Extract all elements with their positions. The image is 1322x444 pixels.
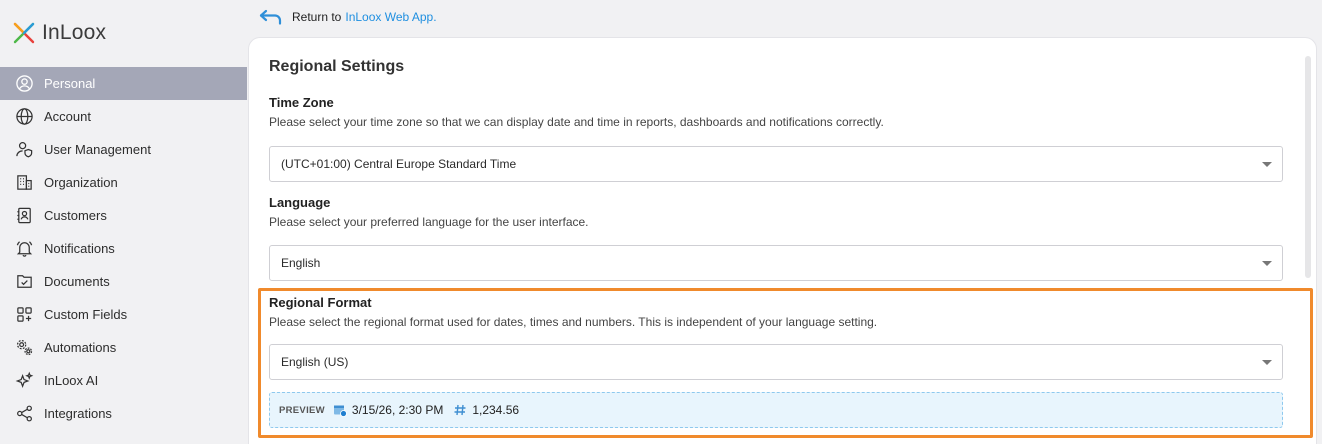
gears-icon <box>14 338 34 358</box>
contact-card-icon <box>14 206 34 226</box>
sidebar-item-label: Custom Fields <box>44 307 128 322</box>
sidebar-item-customers[interactable]: Customers <box>0 199 247 232</box>
sidebar-item-automations[interactable]: Automations <box>0 331 247 364</box>
sidebar: InLoox Personal Account User Management … <box>0 0 247 444</box>
return-prefix: Return to <box>292 10 342 24</box>
return-web-app-link[interactable]: InLoox Web App. <box>345 10 436 24</box>
language-section: Language Please select your preferred la… <box>269 195 1283 281</box>
sidebar-item-label: Organization <box>44 175 118 190</box>
scrollbar[interactable] <box>1305 56 1311 278</box>
document-check-icon <box>14 272 34 292</box>
logo-text: InLoox <box>42 21 107 44</box>
chevron-down-icon <box>1262 261 1272 266</box>
sidebar-item-label: Automations <box>44 340 117 355</box>
sidebar-item-custom-fields[interactable]: Custom Fields <box>0 298 247 331</box>
chevron-down-icon <box>1262 162 1272 167</box>
time-zone-section: Time Zone Please select your time zone s… <box>269 95 1283 182</box>
sidebar-item-label: Documents <box>44 274 110 289</box>
sidebar-item-label: Integrations <box>44 406 112 421</box>
share-nodes-icon <box>14 404 34 424</box>
time-zone-value: (UTC+01:00) Central Europe Standard Time <box>281 157 517 171</box>
sidebar-item-user-management[interactable]: User Management <box>0 133 247 166</box>
sidebar-item-label: User Management <box>44 142 151 157</box>
bell-icon <box>14 239 34 259</box>
sidebar-nav: Personal Account User Management Organiz… <box>0 67 247 430</box>
language-select[interactable]: English <box>269 245 1283 281</box>
sidebar-item-inloox-ai[interactable]: InLoox AI <box>0 364 247 397</box>
grid-plus-icon <box>14 305 34 325</box>
language-title: Language <box>269 195 331 210</box>
language-description: Please select your preferred language fo… <box>269 215 589 229</box>
sidebar-item-organization[interactable]: Organization <box>0 166 247 199</box>
sidebar-item-notifications[interactable]: Notifications <box>0 232 247 265</box>
sidebar-item-label: Customers <box>44 208 107 223</box>
user-circle-icon <box>14 74 34 94</box>
user-shield-icon <box>14 140 34 160</box>
sidebar-item-label: Notifications <box>44 241 115 256</box>
sidebar-item-documents[interactable]: Documents <box>0 265 247 298</box>
sidebar-item-account[interactable]: Account <box>0 100 247 133</box>
inloox-logo-icon <box>13 22 35 44</box>
sidebar-item-personal[interactable]: Personal <box>0 67 247 100</box>
sidebar-item-integrations[interactable]: Integrations <box>0 397 247 430</box>
language-value: English <box>281 256 321 270</box>
return-link-bar: Return to InLoox Web App. <box>258 8 437 26</box>
sidebar-item-label: InLoox AI <box>44 373 99 388</box>
return-arrow-icon[interactable] <box>258 8 284 26</box>
app-logo[interactable]: InLoox <box>12 20 106 46</box>
time-zone-title: Time Zone <box>269 95 334 110</box>
regional-format-highlight <box>258 288 1313 438</box>
sparkle-icon <box>14 371 34 391</box>
globe-icon <box>14 107 34 127</box>
time-zone-select[interactable]: (UTC+01:00) Central Europe Standard Time <box>269 146 1283 182</box>
page-title: Regional Settings <box>269 58 405 75</box>
sidebar-item-label: Personal <box>44 76 96 91</box>
sidebar-item-label: Account <box>44 109 91 124</box>
building-icon <box>14 173 34 193</box>
time-zone-description: Please select your time zone so that we … <box>269 115 884 129</box>
